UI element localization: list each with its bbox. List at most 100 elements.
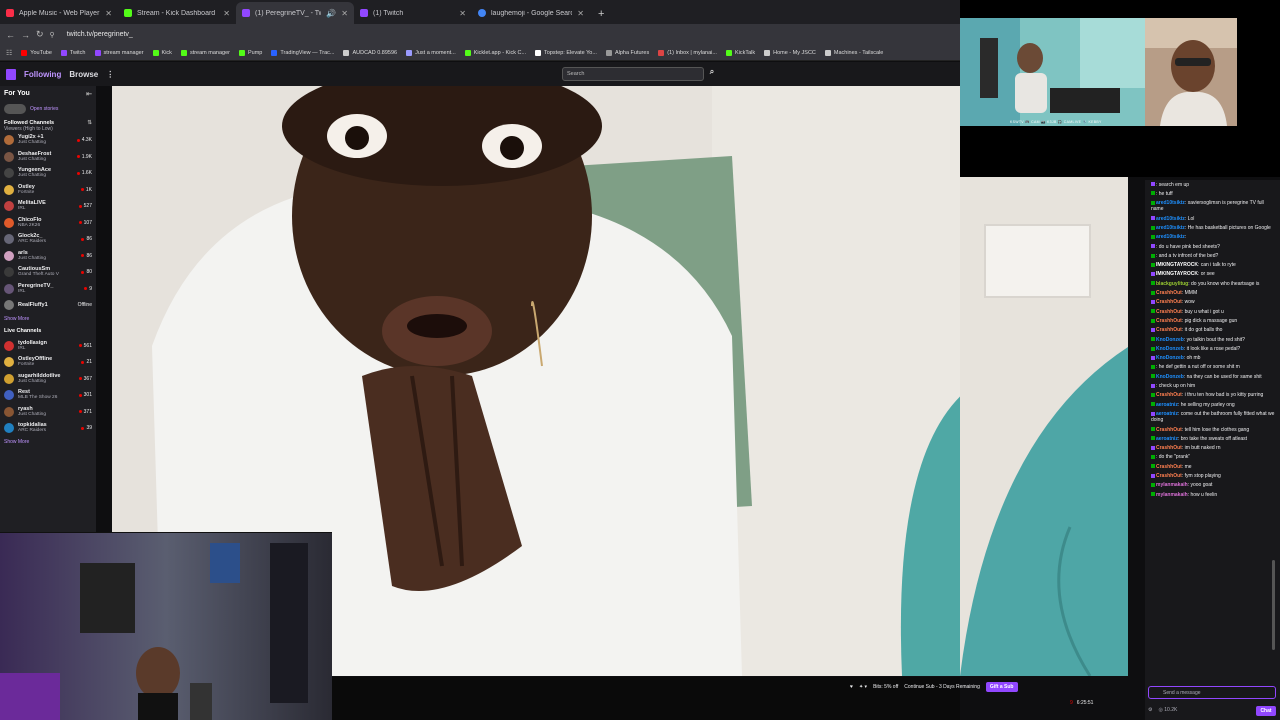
chat-username[interactable]: ared10tsiktz (1156, 225, 1185, 231)
channel-item[interactable]: MelitaLIVE IRL 527 (0, 198, 96, 215)
chat-username[interactable]: CrashhOut (1156, 464, 1182, 470)
chat-username[interactable]: KnoDonzeb (1156, 374, 1184, 380)
channel-item[interactable]: Ostley Fortnite 1K (0, 182, 96, 199)
browser-tab-apple-music[interactable]: Apple Music - Web Player ✕ (0, 2, 118, 24)
chat-username[interactable]: aeroatniz (1156, 436, 1178, 442)
chat-username[interactable]: KnoDonzeb (1156, 337, 1184, 343)
speaker-icon[interactable]: 🔊 (326, 9, 336, 18)
chat-text: MMM (1184, 290, 1198, 297)
bookmark-item[interactable]: Alpha Futures (605, 49, 649, 56)
chat-username[interactable]: ared10tsiktz (1156, 216, 1185, 222)
chat-username[interactable]: IMKINGTAYROCK (1156, 262, 1198, 268)
viewer-count-text: 371 (83, 408, 92, 415)
search-icon[interactable]: ⌕ (706, 67, 718, 81)
sort-icon[interactable]: ⇅ (87, 120, 92, 126)
back-icon[interactable]: ← (6, 30, 15, 40)
channel-item[interactable]: RealFluffy1 Offline (0, 297, 96, 314)
chat-send-button[interactable]: Chat (1256, 706, 1276, 716)
chat-username[interactable]: CrashhOut (1156, 327, 1182, 333)
channel-item[interactable]: Rest MLB The Show 26 301 (0, 387, 96, 404)
chat-username[interactable]: CrashhOut (1156, 427, 1182, 433)
chat-username[interactable]: ared10tsiktz (1156, 200, 1185, 206)
channel-item[interactable]: Yugi2x +1 Just Chatting 4.3K (0, 132, 96, 149)
heart-icon[interactable]: ♥ (850, 684, 853, 690)
bookmark-item[interactable]: Kick (152, 49, 172, 56)
search-input[interactable]: Search (562, 67, 704, 81)
bookmark-item[interactable]: YouTube (21, 49, 52, 56)
channel-item[interactable]: Glock2c_ ARC Raiders 86 (0, 231, 96, 248)
bookmark-item[interactable]: AUDCAD 0.89596 (343, 49, 397, 56)
bookmark-item[interactable]: stream manager (180, 49, 230, 56)
chat-username[interactable]: IMKINGTAYROCK (1156, 271, 1198, 277)
chat-username[interactable]: CrashhOut (1156, 445, 1182, 451)
close-icon[interactable]: ✕ (459, 9, 466, 18)
chat-username[interactable]: CrashhOut (1156, 290, 1182, 296)
bookmark-item[interactable]: Just a moment... (406, 49, 456, 56)
bookmark-item[interactable]: Home - My JSCC (764, 49, 816, 56)
bookmark-item[interactable]: Twitch (60, 49, 86, 56)
channel-item[interactable]: sugarhilddotlive Just Chatting 367 (0, 371, 96, 388)
more-icon[interactable]: ⋮ (106, 70, 114, 79)
browser-tab-twitch[interactable]: (1) Twitch ✕ (354, 2, 472, 24)
new-tab-button[interactable]: + (590, 8, 612, 24)
settings-icon[interactable]: ⚙ (1148, 707, 1152, 713)
chat-username[interactable]: aeroatniz (1156, 411, 1178, 417)
close-icon[interactable]: ✕ (577, 9, 584, 18)
continue-sub-button[interactable]: Continue Sub - 3 Days Remaining (904, 684, 980, 690)
browser-tab-kick-dashboard[interactable]: Stream - Kick Dashboard ✕ (118, 2, 236, 24)
channel-item[interactable]: YungeenAce Just Chatting 1.6K (0, 165, 96, 182)
channel-item[interactable]: PeregrineTV_ IRL 9 (0, 281, 96, 298)
channel-item[interactable]: topkidalias ARC Raiders 39 (0, 420, 96, 437)
chat-username[interactable]: CrashhOut (1156, 392, 1182, 398)
channel-item[interactable]: tydollasign IRL 561 (0, 338, 96, 355)
channel-item[interactable]: ChicoFlo NBA 2K26 107 (0, 215, 96, 232)
chat-username[interactable]: CrashhOut (1156, 473, 1182, 479)
nav-following[interactable]: Following (24, 70, 61, 79)
forward-icon[interactable]: → (21, 30, 30, 40)
chat-username[interactable]: blackguylitug (1156, 281, 1188, 287)
show-more-live[interactable]: Show More (0, 437, 96, 447)
url-field[interactable]: twitch.tv/peregrinetv_ (67, 31, 133, 38)
chat-username[interactable]: KnoDonzeb (1156, 355, 1184, 361)
nav-browse[interactable]: Browse (69, 70, 98, 79)
chat-username[interactable]: CrashhOut (1156, 309, 1182, 315)
browser-tab-google-search[interactable]: laughemoji - Google Search ✕ (472, 2, 590, 24)
bookmark-item[interactable]: Kicklet.app - Kick C... (464, 49, 526, 56)
bookmark-item[interactable]: Machines - Tailscale (824, 49, 883, 56)
browser-tab-peregrinetv[interactable]: (1) PeregrineTV_ - Twitch 🔊 ✕ (236, 2, 354, 24)
chat-username[interactable]: KnoDonzeb (1156, 346, 1184, 352)
open-stories[interactable]: Open stories (0, 102, 96, 116)
chat-input[interactable]: Send a message (1148, 686, 1276, 699)
channel-item[interactable]: CautiousSm Grand Theft Auto V 80 (0, 264, 96, 281)
chat-username[interactable]: CrashhOut (1156, 299, 1182, 305)
reload-icon[interactable]: ↻ (36, 29, 44, 40)
chat-username[interactable]: mylanmakaih (1156, 482, 1188, 488)
channel-points[interactable]: ◎ 10.2K (1158, 707, 1177, 713)
chat-username[interactable]: ared10tsiktz (1156, 234, 1185, 240)
channel-item[interactable]: ryash Just Chatting 371 (0, 404, 96, 421)
gift-sub-button[interactable]: Gift a Sub (985, 682, 1018, 692)
collapse-icon[interactable]: ⇤ (86, 90, 92, 98)
channel-item[interactable]: DeshaeFrost Just Chatting 1.9K (0, 149, 96, 166)
close-icon[interactable]: ✕ (341, 9, 348, 18)
chat-username[interactable]: mylanmakaih (1156, 492, 1188, 498)
bookmark-item[interactable]: Topstep: Elevate Yo... (535, 49, 597, 56)
chat-username[interactable]: aeroatniz (1156, 402, 1178, 408)
apps-icon[interactable]: ☷ (6, 49, 12, 57)
bookmark-item[interactable]: TradingView — Trac... (271, 49, 334, 56)
site-info-icon[interactable]: ⚲ (50, 31, 55, 39)
close-icon[interactable]: ✕ (105, 9, 112, 18)
channel-item[interactable]: arls Just Chatting 86 (0, 248, 96, 265)
bookmark-item[interactable]: (1) Inbox | mylanai... (658, 49, 717, 56)
bits-button[interactable]: Bits: 5% off (873, 684, 898, 690)
chat-username[interactable]: CrashhOut (1156, 318, 1182, 324)
bookmark-item[interactable]: KickTalk (725, 49, 755, 56)
bookmark-item[interactable]: stream manager (94, 49, 144, 56)
hype-icon[interactable]: ✦ ▾ (859, 684, 867, 690)
chat-scrollbar[interactable] (1272, 560, 1275, 650)
show-more-followed[interactable]: Show More (0, 314, 96, 324)
close-icon[interactable]: ✕ (223, 9, 230, 18)
bookmark-item[interactable]: Pump (238, 49, 262, 56)
twitch-logo-icon[interactable] (6, 68, 16, 80)
channel-item[interactable]: OstleyOffline Fortnite 21 (0, 354, 96, 371)
